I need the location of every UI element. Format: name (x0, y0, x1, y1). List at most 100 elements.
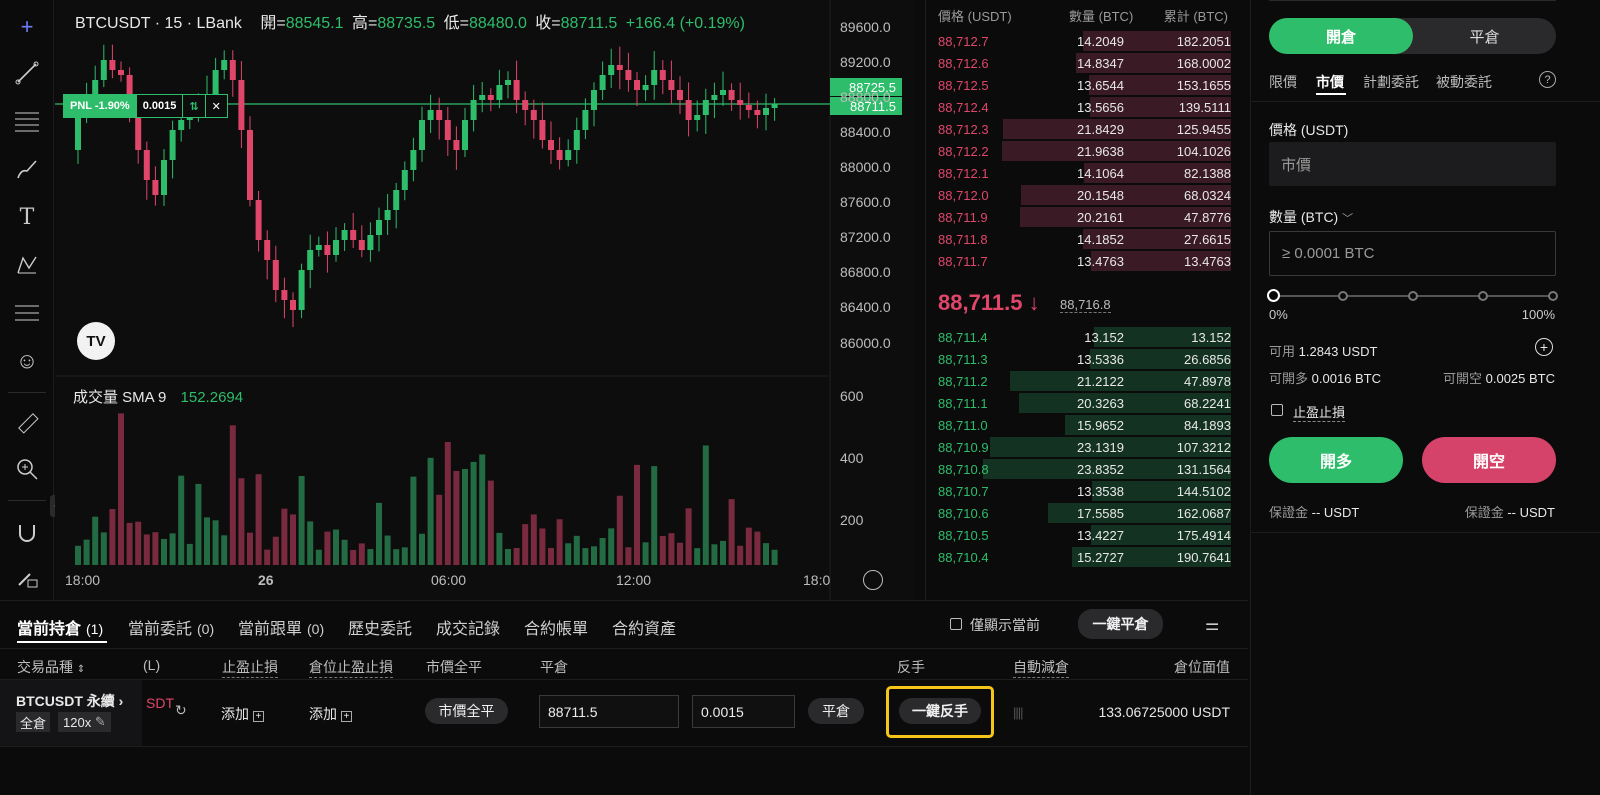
show-current-label: 僅顯示當前 (970, 617, 1040, 633)
qty-label[interactable]: 數量 (BTC) ﹀ (1269, 207, 1353, 227)
order-type-passive[interactable]: 被動委託 (1436, 72, 1492, 92)
open-long-button[interactable]: 開多 (1269, 437, 1403, 483)
candle-body (573, 130, 580, 150)
bid-row[interactable]: 88,711.3 13.5336 26.6856 (926, 348, 1231, 370)
candlestick-chart[interactable] (55, 0, 915, 600)
prediction-icon[interactable] (12, 298, 42, 328)
qty-input[interactable]: ≥ 0.0001 BTC (1269, 231, 1556, 276)
ask-row[interactable]: 88,712.5 13.6544 153.1655 (926, 74, 1231, 96)
close-qty-input[interactable]: 0.0015 (692, 695, 795, 728)
price-input[interactable]: 市價 (1269, 142, 1556, 186)
position-line-label[interactable]: PNL -1.90% 0.0015 ⇅ ✕ (63, 94, 228, 118)
add-funds-icon[interactable]: + (1535, 338, 1553, 356)
slider-handle[interactable] (1267, 289, 1280, 302)
positions-tab[interactable]: 成交記錄 (436, 615, 505, 639)
order-type-limit[interactable]: 限價 (1269, 72, 1297, 92)
ask-row[interactable]: 88,711.9 20.2161 47.8776 (926, 206, 1231, 228)
volume-label: 成交量 SMA 9 (73, 389, 167, 406)
ask-row[interactable]: 88,712.0 20.1548 68.0324 (926, 184, 1231, 206)
close-tab[interactable]: 平倉 (1413, 18, 1556, 54)
candle-body (702, 100, 709, 115)
trend-line-icon[interactable] (12, 58, 42, 88)
open-short-button[interactable]: 開空 (1422, 437, 1556, 483)
leverage-badge[interactable]: 120x ✎ (58, 712, 111, 732)
close-button[interactable]: 平倉 (808, 698, 864, 724)
close-icon[interactable]: ✕ (206, 95, 227, 117)
position-qty: 0.0015 (137, 95, 184, 117)
bid-row[interactable]: 88,711.2 21.2122 47.8978 (926, 370, 1231, 392)
ask-row[interactable]: 88,712.3 21.8429 125.9455 (926, 118, 1231, 140)
volume-bar (608, 528, 615, 565)
zoom-in-icon[interactable] (12, 454, 42, 484)
ask-row[interactable]: 88,712.4 13.5656 139.5111 (926, 96, 1231, 118)
bid-row[interactable]: 88,711.0 15.9652 84.1893 (926, 414, 1231, 436)
bid-row[interactable]: 88,710.4 15.2727 190.7641 (926, 546, 1231, 568)
bid-row[interactable]: 88,710.7 13.3538 144.5102 (926, 480, 1231, 502)
open-tab[interactable]: 開倉 (1269, 18, 1413, 54)
order-type-plan[interactable]: 計劃委託 (1363, 72, 1419, 92)
slider-step (1548, 291, 1558, 301)
pattern-icon[interactable] (12, 250, 42, 280)
ask-row[interactable]: 88,711.8 14.1852 27.6615 (926, 228, 1231, 250)
tpsl-add[interactable]: 添加 + (221, 704, 264, 724)
filter-settings-icon[interactable]: ⚌ (1205, 615, 1219, 635)
fib-lines-icon[interactable] (12, 106, 42, 136)
bid-row[interactable]: 88,710.5 13.4227 175.4914 (926, 524, 1231, 546)
reverse-arrows-icon[interactable]: ⇅ (183, 95, 206, 117)
ob-total: 13.152 (1191, 330, 1231, 345)
text-tool-icon[interactable]: T (12, 202, 42, 232)
bid-row[interactable]: 88,710.8 23.8352 131.1564 (926, 458, 1231, 480)
ask-row[interactable]: 88,712.1 14.1064 82.1388 (926, 162, 1231, 184)
ask-row[interactable]: 88,712.7 14.2049 182.2051 (926, 30, 1231, 52)
pos-tpsl-add[interactable]: 添加 + (309, 704, 352, 724)
volume-bar (143, 534, 150, 565)
col-symbol[interactable]: 交易品種 ⇕ (17, 657, 85, 677)
settings-gear-icon[interactable] (863, 570, 883, 590)
share-icon[interactable]: ↻ (175, 702, 187, 719)
qty-slider[interactable] (1267, 289, 1558, 302)
tpsl-label[interactable]: 止盈止損 (1293, 402, 1346, 422)
volume-bar (479, 454, 486, 565)
ask-row[interactable]: 88,712.6 14.8347 168.0002 (926, 52, 1231, 74)
positions-tab[interactable]: 合約帳單 (524, 615, 593, 639)
positions-tab[interactable]: 歷史委託 (348, 615, 417, 639)
tpsl-checkbox[interactable] (1271, 404, 1283, 416)
volume-bar (178, 475, 185, 565)
market-close-button[interactable]: 市價全平 (425, 698, 508, 724)
position-symbol[interactable]: BTCUSDT 永續 › (16, 691, 123, 711)
ruler-icon[interactable] (12, 408, 42, 438)
magnet-icon[interactable] (12, 518, 42, 548)
close-all-button[interactable]: 一鍵平倉 (1078, 609, 1163, 639)
bid-row[interactable]: 88,710.6 17.5585 162.0687 (926, 502, 1231, 524)
crosshair-icon[interactable]: + (12, 12, 42, 42)
close-price-input[interactable]: 88711.5 (539, 695, 679, 728)
pnl-fragment: SDT (146, 695, 174, 711)
positions-tab[interactable]: 當前跟單 (0) (238, 615, 324, 639)
trade-panel: 開倉 平倉 限價 市價 計劃委託 被動委託 ? 價格 (USDT) 市價 數量 … (1250, 0, 1600, 795)
time-tick: 26 (258, 572, 274, 588)
price-chart[interactable]: BTCUSDT · 15 · LBank 開=88545.1 高=88735.5… (55, 0, 915, 600)
ask-row[interactable]: 88,711.7 13.4763 13.4763 (926, 250, 1231, 272)
bid-row[interactable]: 88,711.4 13.152 13.152 (926, 326, 1231, 348)
emoji-icon[interactable]: ☺ (12, 346, 42, 376)
help-icon[interactable]: ? (1539, 71, 1556, 88)
candle-body (582, 110, 589, 130)
can-short-value: 0.0025 BTC (1485, 371, 1555, 386)
order-type-market[interactable]: 市價 (1316, 72, 1344, 92)
show-current-checkbox[interactable] (950, 618, 962, 630)
lock-draw-icon[interactable] (12, 562, 42, 592)
bid-row[interactable]: 88,711.1 20.3263 68.2241 (926, 392, 1231, 414)
positions-tab[interactable]: 合約資產 (612, 615, 681, 639)
positions-tab[interactable]: 當前委託 (0) (128, 615, 214, 639)
positions-tab[interactable]: 當前持倉 (1) (17, 615, 103, 639)
candle-body (358, 240, 365, 250)
volume-tick: 600 (840, 388, 864, 404)
reverse-button[interactable]: 一鍵反手 (899, 698, 981, 724)
tradingview-logo[interactable]: TV (77, 322, 115, 360)
price-label: 價格 (USDT) (1269, 122, 1349, 138)
candle-body (539, 120, 546, 140)
bid-row[interactable]: 88,710.9 23.1319 107.3212 (926, 436, 1231, 458)
ask-row[interactable]: 88,712.2 21.9638 104.1026 (926, 140, 1231, 162)
brush-icon[interactable] (12, 154, 42, 184)
volume-bar (462, 469, 468, 565)
